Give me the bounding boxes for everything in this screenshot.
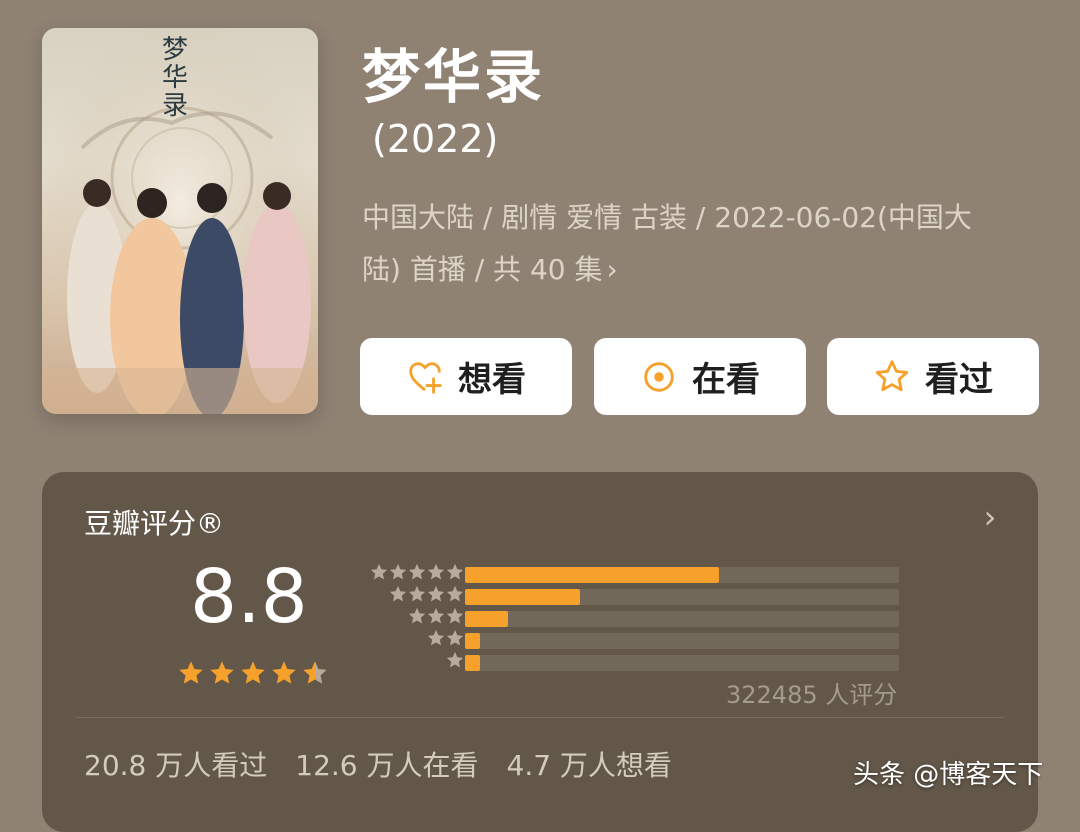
star-icon — [408, 607, 426, 624]
distribution-stars — [408, 607, 464, 625]
distribution-bar-track — [465, 633, 899, 649]
score-stars — [179, 661, 327, 684]
distribution-row-1-star — [352, 650, 912, 672]
heart-plus-icon — [406, 358, 444, 396]
distribution-row-4-star — [352, 584, 912, 606]
rating-distribution — [352, 562, 912, 674]
meta-line-1: 中国大陆 / 剧情 爱情 古装 / 2022-06-02(中国大 — [362, 201, 972, 234]
star-outline-icon — [873, 358, 911, 396]
distribution-bar-track — [465, 655, 899, 671]
stat-watching: 12.6 万人在看 — [295, 749, 479, 782]
distribution-row-3-star — [352, 606, 912, 628]
poster-image[interactable]: 梦华录 — [42, 28, 318, 414]
distribution-stars — [427, 629, 464, 647]
divider — [76, 717, 1004, 718]
watermark: 头条 @博客天下 — [853, 760, 1044, 790]
distribution-stars — [370, 563, 464, 581]
watched-button[interactable]: 看过 — [827, 338, 1039, 415]
meta-info[interactable]: 中国大陆 / 剧情 爱情 古装 / 2022-06-02(中国大 陆) 首播 /… — [362, 192, 1042, 296]
star-icon — [408, 585, 426, 602]
release-year: (2022) — [372, 117, 499, 161]
distribution-bar-fill — [465, 589, 580, 605]
distribution-bar-track — [465, 611, 899, 627]
star-icon — [446, 629, 464, 646]
target-circle-icon — [640, 358, 678, 396]
poster-calligraphy: 梦华录 — [162, 35, 189, 121]
stat-watched: 20.8 万人看过 — [84, 749, 268, 782]
distribution-row-2-star — [352, 628, 912, 650]
meta-line-2-text: 陆) 首播 / 共 40 集 — [362, 253, 603, 286]
want-to-watch-label: 想看 — [458, 360, 526, 400]
distribution-row-5-star — [352, 562, 912, 584]
distribution-stars — [389, 585, 464, 603]
score-star — [303, 661, 327, 684]
watched-label: 看过 — [925, 360, 993, 400]
score-star — [179, 661, 203, 684]
star-icon — [427, 629, 445, 646]
distribution-bar-track — [465, 589, 899, 605]
chevron-right-icon: › — [606, 253, 618, 286]
want-to-watch-button[interactable]: 想看 — [360, 338, 572, 415]
score-star — [272, 661, 296, 684]
distribution-bar-fill — [465, 567, 720, 583]
score-star — [210, 661, 234, 684]
distribution-bar-fill — [465, 633, 481, 649]
stat-want: 4.7 万人想看 — [506, 749, 672, 782]
star-icon — [427, 607, 445, 624]
chevron-right-icon[interactable]: › — [976, 498, 1004, 536]
distribution-bar-fill — [465, 655, 481, 671]
star-icon — [427, 585, 445, 602]
audience-stats: 20.8 万人看过 12.6 万人在看 4.7 万人想看 — [84, 744, 672, 784]
star-icon — [446, 563, 464, 580]
star-icon — [389, 585, 407, 602]
star-icon — [446, 651, 464, 668]
rating-count: 322485 人评分 — [726, 681, 898, 709]
star-icon — [389, 563, 407, 580]
distribution-bar-track — [465, 567, 899, 583]
watching-button[interactable]: 在看 — [594, 338, 806, 415]
star-icon — [446, 585, 464, 602]
star-icon — [427, 563, 445, 580]
page-title: 梦华录 — [362, 43, 546, 111]
star-icon — [408, 563, 426, 580]
score-star — [241, 661, 265, 684]
meta-line-2: 陆) 首播 / 共 40 集 › — [362, 244, 1042, 296]
star-icon — [446, 607, 464, 624]
distribution-stars — [446, 651, 464, 669]
distribution-bar-fill — [465, 611, 509, 627]
star-icon — [370, 563, 388, 580]
watching-label: 在看 — [692, 360, 760, 400]
rating-title: 豆瓣评分® — [84, 507, 225, 540]
rating-score: 8.8 — [190, 554, 308, 640]
